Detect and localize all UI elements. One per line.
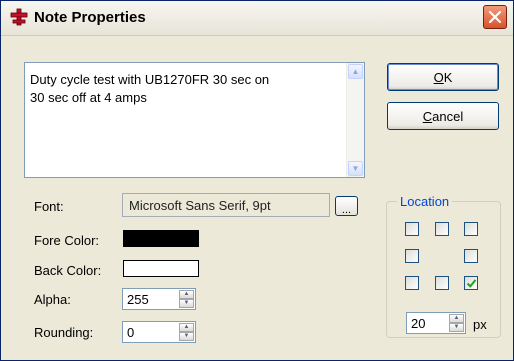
rounding-spin-buttons[interactable]: ▲ ▼ [179, 323, 194, 341]
back-color-swatch[interactable] [123, 260, 199, 277]
location-offset-value: 20 [411, 316, 426, 331]
location-middle-left-checkbox[interactable] [405, 249, 419, 263]
alpha-stepper[interactable]: 255 ▲ ▼ [122, 288, 196, 310]
close-icon [489, 11, 501, 23]
location-top-left-checkbox[interactable] [405, 222, 419, 236]
scroll-up-button[interactable]: ▲ [348, 64, 363, 79]
rounding-label: Rounding: [34, 325, 94, 340]
location-offset-stepper[interactable]: 20 ▲ ▼ [406, 312, 466, 334]
ok-mnemonic: O [433, 69, 444, 85]
check-mark-icon [466, 278, 476, 288]
scroll-down-button[interactable]: ▼ [348, 161, 363, 176]
rounding-value: 0 [127, 325, 135, 340]
window-title: Note Properties [34, 9, 146, 26]
font-browse-button[interactable]: ... [335, 196, 358, 216]
chevron-down-icon: ▼ [351, 164, 360, 173]
location-title: Location [397, 194, 453, 209]
alpha-value: 255 [127, 292, 149, 307]
chevron-up-icon: ▲ [351, 67, 360, 76]
note-text-area[interactable]: Duty cycle test with UB1270FR 30 sec on … [24, 62, 365, 178]
ok-button[interactable]: OK [387, 63, 499, 91]
close-button[interactable] [483, 5, 507, 29]
font-value-field: Microsoft Sans Serif, 9pt [122, 193, 330, 217]
note-scrollbar[interactable]: ▲ ▼ [346, 63, 364, 177]
offset-down-icon[interactable]: ▼ [449, 323, 464, 332]
alpha-up-icon[interactable]: ▲ [179, 290, 194, 299]
rounding-stepper[interactable]: 0 ▲ ▼ [122, 321, 196, 343]
fore-color-label: Fore Color: [34, 233, 100, 248]
ok-label: K [443, 69, 453, 85]
location-top-right-checkbox[interactable] [464, 222, 478, 236]
cancel-label: ancel [432, 108, 464, 124]
font-label: Font: [34, 199, 64, 214]
location-bottom-right-checkbox[interactable] [464, 276, 478, 290]
location-middle-right-checkbox[interactable] [464, 249, 478, 263]
cancel-mnemonic: C [422, 108, 433, 124]
title-bar[interactable]: Note Properties [1, 1, 513, 36]
back-color-label: Back Color: [34, 263, 102, 278]
alpha-down-icon[interactable]: ▼ [179, 299, 194, 308]
cancel-button[interactable]: Cancel [387, 102, 499, 130]
location-top-center-checkbox[interactable] [435, 222, 449, 236]
note-text: Duty cycle test with UB1270FR 30 sec on … [30, 72, 270, 105]
location-bottom-center-checkbox[interactable] [435, 276, 449, 290]
offset-spin-buttons[interactable]: ▲ ▼ [449, 314, 464, 332]
location-offset-unit: px [473, 317, 487, 332]
alpha-label: Alpha: [34, 292, 71, 307]
rounding-down-icon[interactable]: ▼ [179, 332, 194, 341]
rounding-up-icon[interactable]: ▲ [179, 323, 194, 332]
alpha-spin-buttons[interactable]: ▲ ▼ [179, 290, 194, 308]
note-properties-dialog: Note Properties Duty cycle test with UB1… [0, 0, 514, 361]
red-cross-icon [10, 8, 28, 26]
offset-up-icon[interactable]: ▲ [449, 314, 464, 323]
fore-color-swatch[interactable] [123, 230, 199, 247]
location-bottom-left-checkbox[interactable] [405, 276, 419, 290]
